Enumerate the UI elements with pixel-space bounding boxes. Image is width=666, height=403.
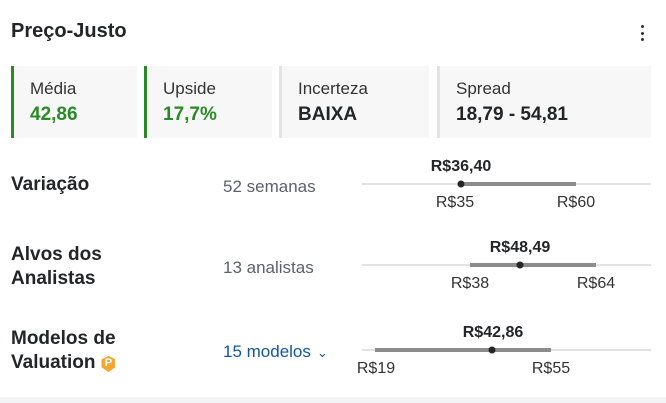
range-low-label: R$38 <box>451 275 489 292</box>
range-marker <box>488 346 496 354</box>
range-high-label: R$64 <box>577 275 615 292</box>
range-high-label: R$55 <box>532 360 570 377</box>
range-indicators: R$36,40 R$35 R$60 R$48,49 R$38 R$64 R$42… <box>357 158 651 377</box>
range-low-label: R$35 <box>436 194 474 211</box>
bottom-divider <box>0 397 666 403</box>
range-high-label: R$60 <box>557 194 595 211</box>
range-current-label: R$48,49 <box>490 239 551 256</box>
range-low-label: R$19 <box>357 360 395 377</box>
range-marker <box>457 180 465 188</box>
range-current-label: R$36,40 <box>431 158 492 175</box>
range-marker <box>516 261 524 269</box>
range-current-label: R$42,86 <box>463 324 524 341</box>
